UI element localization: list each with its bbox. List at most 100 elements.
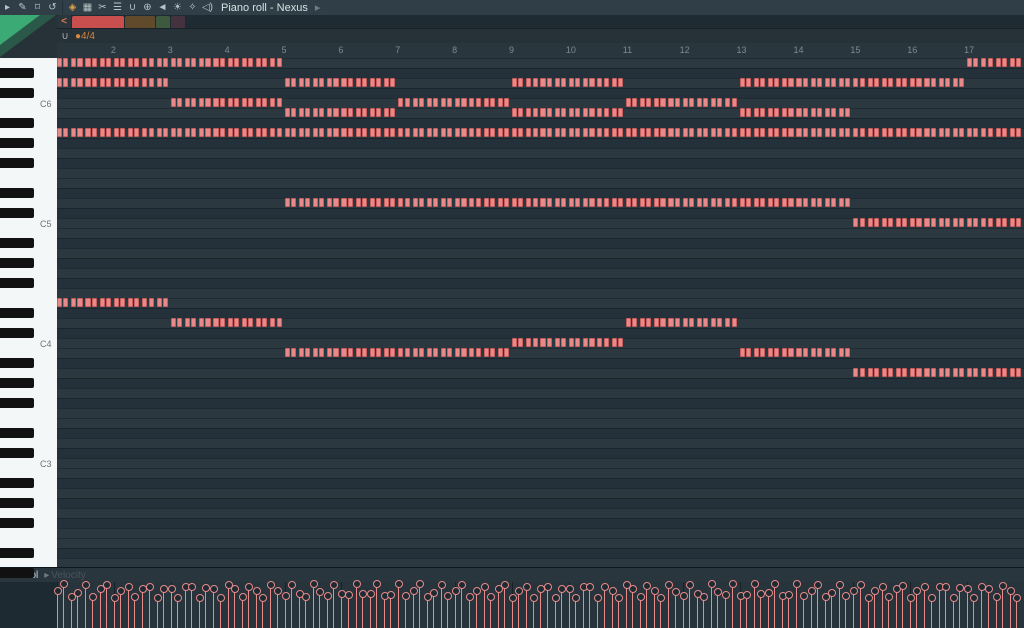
midi-note[interactable]	[788, 128, 793, 137]
pattern-tab-4[interactable]	[171, 16, 185, 28]
midi-note[interactable]	[341, 198, 346, 207]
midi-note[interactable]	[945, 128, 950, 137]
selection-icon[interactable]: ⌑	[30, 0, 45, 15]
midi-note[interactable]	[626, 198, 631, 207]
velocity-bar[interactable]	[959, 588, 960, 628]
midi-note[interactable]	[518, 338, 523, 347]
midi-note[interactable]	[668, 318, 673, 327]
midi-note[interactable]	[796, 128, 801, 137]
midi-note[interactable]	[100, 298, 105, 307]
midi-note[interactable]	[996, 368, 1001, 377]
velocity-bar[interactable]	[888, 597, 889, 628]
velocity-bar[interactable]	[583, 587, 584, 628]
midi-note[interactable]	[441, 348, 446, 357]
midi-note[interactable]	[626, 128, 631, 137]
midi-note[interactable]	[959, 218, 964, 227]
midi-note[interactable]	[390, 128, 395, 137]
midi-note[interactable]	[333, 348, 338, 357]
midi-note[interactable]	[902, 218, 907, 227]
midi-note[interactable]	[248, 318, 253, 327]
midi-note[interactable]	[902, 128, 907, 137]
velocity-bar[interactable]	[469, 597, 470, 628]
midi-note[interactable]	[299, 198, 304, 207]
midi-note[interactable]	[882, 128, 887, 137]
midi-note[interactable]	[973, 218, 978, 227]
midi-note[interactable]	[228, 128, 233, 137]
midi-note[interactable]	[740, 128, 745, 137]
midi-note[interactable]	[618, 108, 623, 117]
midi-note[interactable]	[618, 338, 623, 347]
scroll-lock-icon[interactable]: ☀	[170, 0, 185, 15]
velocity-bar[interactable]	[689, 585, 690, 628]
velocity-bar[interactable]	[262, 598, 263, 628]
midi-note[interactable]	[902, 78, 907, 87]
midi-note[interactable]	[697, 198, 702, 207]
midi-note[interactable]	[92, 298, 97, 307]
velocity-bar[interactable]	[654, 591, 655, 628]
midi-note[interactable]	[589, 338, 594, 347]
midi-note[interactable]	[157, 298, 162, 307]
velocity-bar[interactable]	[902, 586, 903, 628]
velocity-bar[interactable]	[205, 588, 206, 628]
midi-note[interactable]	[441, 198, 446, 207]
midi-note[interactable]	[817, 128, 822, 137]
midi-note[interactable]	[640, 198, 645, 207]
midi-note[interactable]	[1010, 368, 1015, 377]
velocity-bar[interactable]	[163, 589, 164, 628]
midi-note[interactable]	[305, 128, 310, 137]
midi-note[interactable]	[85, 298, 90, 307]
midi-note[interactable]	[177, 98, 182, 107]
midi-note[interactable]	[305, 78, 310, 87]
midi-note[interactable]	[967, 58, 972, 67]
midi-note[interactable]	[313, 198, 318, 207]
midi-note[interactable]	[782, 348, 787, 357]
velocity-bar[interactable]	[569, 589, 570, 628]
midi-note[interactable]	[413, 348, 418, 357]
midi-note[interactable]	[177, 318, 182, 327]
midi-note[interactable]	[356, 128, 361, 137]
midi-note[interactable]	[916, 128, 921, 137]
velocity-bar[interactable]	[441, 585, 442, 628]
slice-tool-icon[interactable]: ✂	[95, 0, 110, 15]
velocity-bar[interactable]	[740, 596, 741, 628]
midi-note[interactable]	[916, 368, 921, 377]
velocity-bar[interactable]	[768, 593, 769, 628]
pattern-tab-1[interactable]	[72, 16, 124, 28]
midi-note[interactable]	[746, 108, 751, 117]
midi-note[interactable]	[853, 368, 858, 377]
midi-note[interactable]	[120, 298, 125, 307]
midi-note[interactable]	[362, 128, 367, 137]
midi-note[interactable]	[270, 58, 275, 67]
velocity-bar[interactable]	[398, 584, 399, 628]
midi-note[interactable]	[348, 78, 353, 87]
midi-note[interactable]	[149, 298, 154, 307]
midi-note[interactable]	[711, 98, 716, 107]
midi-note[interactable]	[341, 108, 346, 117]
midi-note[interactable]	[660, 98, 665, 107]
velocity-bar[interactable]	[1016, 598, 1017, 628]
midi-note[interactable]	[973, 58, 978, 67]
midi-note[interactable]	[860, 218, 865, 227]
midi-note[interactable]	[711, 198, 716, 207]
midi-note[interactable]	[746, 348, 751, 357]
velocity-bar[interactable]	[683, 596, 684, 628]
midi-note[interactable]	[668, 98, 673, 107]
midi-note[interactable]	[205, 58, 210, 67]
midi-note[interactable]	[362, 348, 367, 357]
midi-note[interactable]	[788, 108, 793, 117]
speaker-icon[interactable]: ◁)	[200, 0, 215, 15]
midi-note[interactable]	[384, 348, 389, 357]
midi-note[interactable]	[604, 108, 609, 117]
velocity-bar[interactable]	[697, 594, 698, 628]
midi-note[interactable]	[760, 78, 765, 87]
velocity-bar[interactable]	[63, 584, 64, 628]
velocity-bar[interactable]	[725, 595, 726, 628]
midi-note[interactable]	[874, 128, 879, 137]
midi-note[interactable]	[583, 128, 588, 137]
midi-note[interactable]	[754, 78, 759, 87]
midi-note[interactable]	[455, 198, 460, 207]
velocity-bar[interactable]	[419, 584, 420, 628]
midi-note[interactable]	[683, 318, 688, 327]
midi-note[interactable]	[583, 338, 588, 347]
velocity-bar[interactable]	[853, 591, 854, 628]
